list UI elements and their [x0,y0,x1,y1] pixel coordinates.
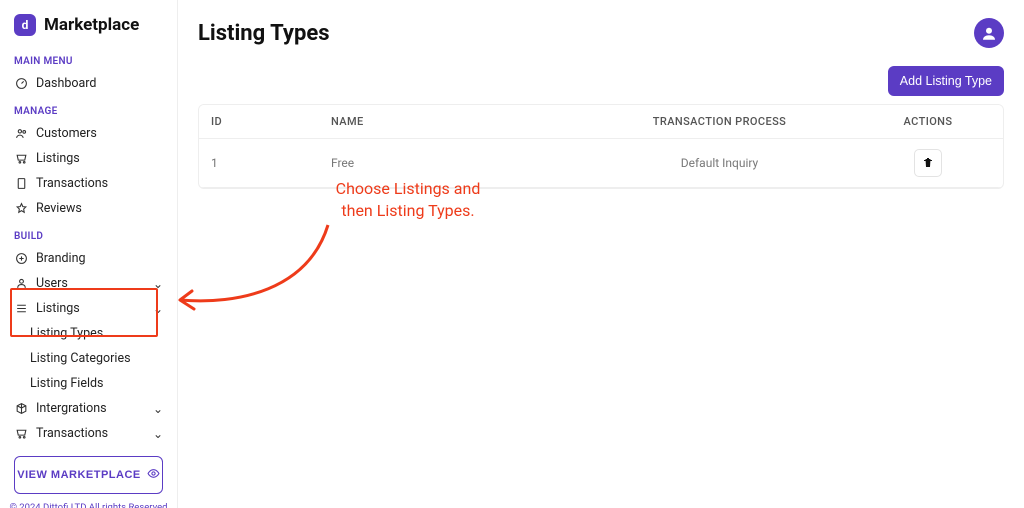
page-title: Listing Types [198,21,330,46]
cart-icon [14,427,28,441]
sidebar-item-label: Customers [36,126,97,141]
cube-icon [14,402,28,416]
copyright-text: © 2024 Dittofi LTD All rights Reserved [0,502,177,508]
section-main-menu: MAIN MENU [0,46,177,71]
person-icon [980,24,998,42]
sidebar-item-label: Listings [36,151,80,166]
add-listing-type-button[interactable]: Add Listing Type [888,66,1004,96]
document-icon [14,177,28,191]
th-name: NAME [319,105,586,138]
sidebar-item-dashboard[interactable]: Dashboard [0,71,177,96]
trash-icon [922,157,934,169]
plus-circle-icon [14,252,28,266]
section-build: BUILD [0,221,177,246]
gauge-icon [14,77,28,91]
th-actions: ACTIONS [853,105,1003,138]
sidebar-item-label: Intergrations [36,401,107,416]
listing-types-table: ID NAME TRANSACTION PROCESS ACTIONS 1 Fr… [198,104,1004,189]
sidebar-item-transactions[interactable]: Transactions [0,171,177,196]
td-name: Free [319,146,586,180]
sidebar-subitem-listing-types[interactable]: Listing Types [0,321,177,346]
star-icon [14,202,28,216]
sidebar-item-listings[interactable]: Listings [0,146,177,171]
chevron-down-icon: ⌄ [153,427,163,441]
sidebar-item-label: Users [36,276,68,291]
sidebar-item-branding[interactable]: Branding [0,246,177,271]
sidebar-subitem-listing-fields[interactable]: Listing Fields [0,371,177,396]
sidebar-item-label: Listings [36,301,80,316]
td-transaction-process: Default Inquiry [586,146,853,180]
sidebar-item-users[interactable]: Users ⌄ [0,271,177,296]
sidebar-item-transactions-build[interactable]: Transactions ⌄ [0,421,177,446]
sidebar-item-reviews[interactable]: Reviews [0,196,177,221]
eye-icon [147,467,160,483]
th-id: ID [199,105,319,138]
table-row: 1 Free Default Inquiry [199,139,1003,188]
sidebar-item-label: Transactions [36,176,108,191]
sidebar-item-integrations[interactable]: Intergrations ⌄ [0,396,177,421]
sidebar-item-listings-build[interactable]: Listings ⌄ [0,296,177,321]
chevron-down-icon: ⌄ [153,402,163,416]
sidebar-item-label: Branding [36,251,86,266]
list-icon [14,302,28,316]
view-marketplace-label: VIEW MARKETPLACE [17,469,141,481]
sidebar-item-label: Dashboard [36,76,96,91]
user-icon [14,277,28,291]
section-manage: MANAGE [0,96,177,121]
sidebar-subitem-listing-categories[interactable]: Listing Categories [0,346,177,371]
brand-title: Marketplace [44,15,139,35]
th-transaction-process: TRANSACTION PROCESS [586,105,853,138]
cart-icon [14,152,28,166]
td-id: 1 [199,146,319,180]
sidebar-item-label: Transactions [36,426,108,441]
chevron-down-icon: ⌄ [153,302,163,316]
chevron-down-icon: ⌄ [153,277,163,291]
delete-row-button[interactable] [914,149,942,177]
sidebar-item-label: Reviews [36,201,82,216]
users-icon [14,127,28,141]
brand: d Marketplace [0,0,177,46]
sidebar-item-customers[interactable]: Customers [0,121,177,146]
table-header: ID NAME TRANSACTION PROCESS ACTIONS [199,105,1003,139]
main-content: Listing Types Add Listing Type ID NAME T… [178,0,1024,508]
annotation-line2: then Listing Types. [308,200,508,222]
brand-logo: d [14,14,36,36]
annotation-arrow [168,215,368,325]
view-marketplace-button[interactable]: VIEW MARKETPLACE [14,456,163,494]
avatar-button[interactable] [974,18,1004,48]
sidebar: d Marketplace MAIN MENU Dashboard MANAGE… [0,0,178,508]
